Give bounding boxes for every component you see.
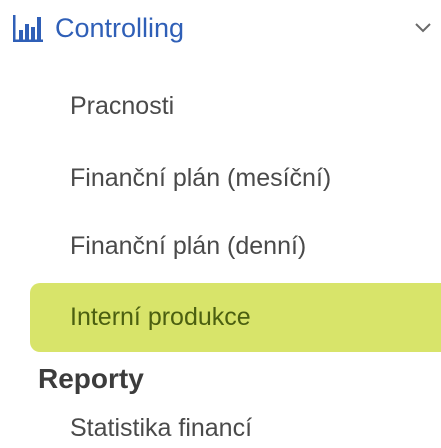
menu-item-financni-plan-denni[interactable]: Finanční plán (denní) [30, 214, 441, 278]
sidebar-navigation: Controlling Pracnosti Finanční plán (mes… [0, 0, 441, 448]
menu-item-label: Statistika financí [70, 414, 253, 442]
menu-item-interni-produkce[interactable]: Interní produkce [30, 283, 441, 352]
controlling-section-title: Controlling [55, 13, 185, 43]
reporty-section-title: Reporty [38, 363, 144, 394]
bar-chart-icon [13, 15, 43, 42]
controlling-section-header[interactable]: Controlling [0, 0, 441, 58]
menu-item-pracnosti[interactable]: Pracnosti [30, 74, 441, 138]
menu-item-label: Finanční plán (denní) [70, 231, 307, 260]
menu-item-label: Interní produkce [70, 303, 251, 331]
menu-item-statistika-financi[interactable]: Statistika financí [30, 408, 441, 448]
menu-item-financni-plan-mesicni[interactable]: Finanční plán (mesíční) [30, 146, 441, 210]
chevron-down-icon[interactable] [414, 22, 432, 34]
menu-item-label: Pracnosti [70, 91, 175, 120]
menu-item-label: Finanční plán (mesíční) [70, 163, 332, 192]
